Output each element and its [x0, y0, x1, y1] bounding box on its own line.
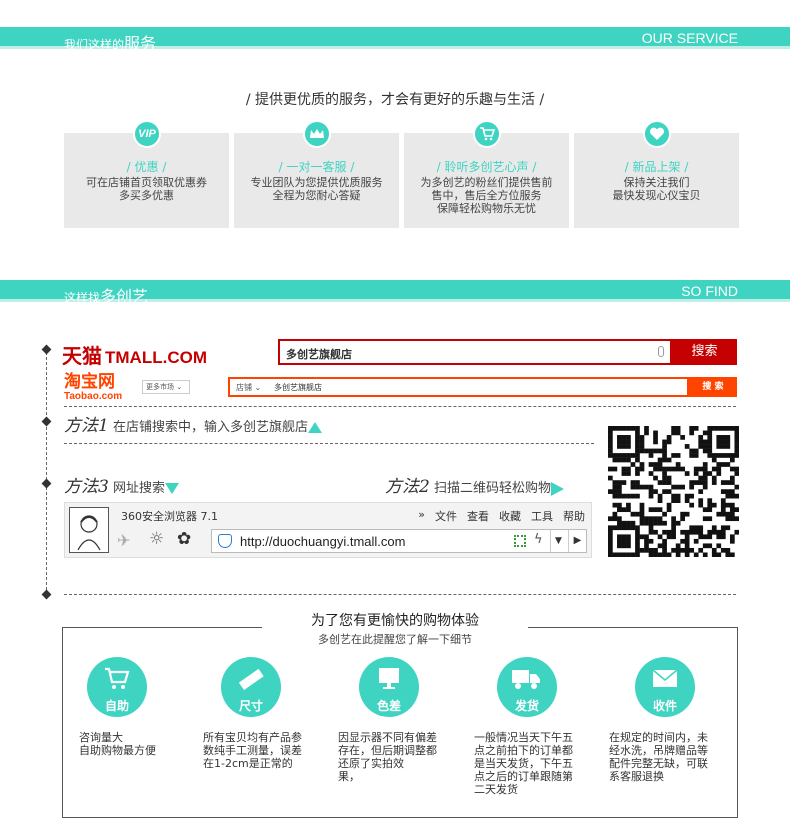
service-card-line: 保障轻松购物乐无忧 [437, 202, 536, 215]
method2: 方法2 扫描二维码轻松购物 [385, 472, 564, 497]
dropdown-icon[interactable]: ▼ [550, 530, 566, 552]
truck-icon [512, 670, 540, 689]
tmall-search-button[interactable]: 搜索 [672, 339, 737, 365]
divider [64, 594, 736, 595]
chevron-down-icon: ⌄ [176, 383, 183, 391]
feature-desc: 所有宝贝均有产品参 数纯手工测量，误差 在1-2cm是正常的 [203, 731, 302, 770]
feature-desc: 因显示器不同有偏差 存在，但后期调整都 还原了实拍效 果， [338, 731, 437, 783]
menu-file[interactable]: 文件 [435, 508, 457, 524]
find-band-title: 这样找多创艺 [64, 287, 149, 306]
service-card-line: 可在店铺首页领取优惠券 [86, 176, 207, 189]
method3: 方法3 网址搜索 [64, 472, 179, 497]
feature-color: 色差 [359, 657, 419, 717]
taobao-logo: 淘宝网 Taobao.com [64, 372, 123, 402]
address-url: http://duochuangyi.tmall.com [240, 534, 406, 549]
qr-code[interactable] [608, 426, 739, 557]
service-slogan: / 提供更优质的服务，才会有更好的乐趣与生活 / [245, 92, 545, 108]
feature-label: 收件 [652, 699, 677, 713]
menu-view[interactable]: 查看 [467, 508, 489, 524]
timeline-dot [41, 344, 52, 355]
service-band-title: 我们这样的服务 [64, 34, 157, 53]
service-card-discount: VIP / 优惠 / 可在店铺首页领取优惠券 多买多优惠 [64, 120, 229, 228]
browser-menu: » 文件 查看 收藏 工具 帮助 [418, 508, 585, 524]
find-header-band: 这样找多创艺 SO FIND [0, 280, 790, 306]
service-card-line: 专业团队为您提供优质服务 [250, 176, 383, 189]
tmall-search-box[interactable]: 多创艺旗舰店 [278, 339, 672, 365]
taobao-scope-select[interactable]: 店铺 ⌄ [236, 382, 261, 393]
heart-icon [643, 120, 671, 148]
crown-icon [303, 120, 331, 148]
browser-window: 360安全浏览器 7.1 » 文件 查看 收藏 工具 帮助 ✈ ☼ ✿ http… [64, 502, 592, 558]
method1: 方法1 在店铺搜索中，输入多创艺旗舰店 [64, 411, 322, 436]
monitor-icon [379, 668, 399, 689]
menu-help[interactable]: 帮助 [563, 508, 585, 524]
menu-favorites[interactable]: 收藏 [499, 508, 521, 524]
arrow-down-icon [164, 483, 179, 494]
cart-icon [473, 120, 501, 148]
service-card-new: / 新品上架 / 保持关注我们 最快发现心仪宝贝 [574, 120, 739, 228]
qrcode-small-icon[interactable] [514, 535, 526, 547]
taobao-search-query: 多创艺旗舰店 [274, 383, 322, 392]
envelope-icon [652, 669, 678, 687]
bird-icon[interactable]: ✈ [117, 531, 130, 550]
microphone-icon[interactable] [658, 346, 664, 357]
service-card-title: / 优惠 / [126, 160, 167, 174]
arrow-right-icon [550, 481, 564, 496]
shield-icon [218, 534, 232, 548]
browser-avatar [69, 507, 109, 553]
details-box [62, 627, 738, 818]
flower-icon[interactable]: ✿ [177, 529, 191, 549]
tmall-logo: 天猫 TMALL.COM [62, 344, 207, 368]
tmall-search-query: 多创艺旗舰店 [286, 348, 352, 361]
service-card-support: / 一对一客服 / 专业团队为您提供优质服务 全程为您耐心答疑 [234, 120, 399, 228]
service-card-line: 多买多优惠 [119, 189, 174, 202]
vip-icon: VIP [133, 120, 161, 148]
divider [64, 406, 736, 407]
feature-self-service: 自助 [87, 657, 147, 717]
ruler-icon [238, 668, 264, 690]
service-card-line: 保持关注我们 [623, 176, 690, 189]
details-subtitle: 多创艺在此提醒您了解一下细节 [318, 633, 472, 646]
service-header-band: 我们这样的服务 OUR SERVICE [0, 27, 790, 53]
cart-icon [105, 667, 130, 689]
go-icon[interactable]: ▶ [568, 530, 586, 552]
find-band-en: SO FIND [681, 283, 738, 299]
details-heading: 为了您有更愉快的购物体验 多创艺在此提醒您了解一下细节 [262, 610, 528, 646]
feature-label: 自助 [104, 699, 129, 713]
arrow-up-icon [307, 422, 322, 433]
feature-label: 发货 [514, 699, 539, 713]
timeline-dot [41, 589, 52, 600]
service-band-en: OUR SERVICE [641, 30, 738, 46]
divider [64, 443, 594, 444]
service-card-listen: / 聆听多创艺心声 / 为多创艺的粉丝们提供售前 售中，售后全方位服务 保障轻松… [404, 120, 569, 228]
feature-size: 尺寸 [221, 657, 281, 717]
feature-desc: 咨询量大 自助购物最方便 [79, 731, 156, 757]
taobao-search-box[interactable]: 店铺 ⌄ 多创艺旗舰店 [228, 377, 689, 397]
feature-desc: 一般情况当天下午五 点之前拍下的订单都 是当天发货，下午五 点之后的订单跟随第 二天发货 [474, 731, 573, 796]
address-bar[interactable]: http://duochuangyi.tmall.com ϟ ▼ ▶ [211, 529, 587, 553]
service-card-line: 售中，售后全方位服务 [431, 189, 542, 202]
feature-receipt: 收件 [635, 657, 695, 717]
taobao-market-select[interactable]: 更多市场 ⌄ [142, 380, 190, 394]
menu-tools[interactable]: 工具 [531, 508, 553, 524]
service-card-line: 全程为您耐心答疑 [272, 189, 361, 202]
service-card-title: / 新品上架 / [624, 160, 689, 174]
feature-shipping: 发货 [497, 657, 557, 717]
menu-more-icon[interactable]: » [418, 508, 425, 524]
service-card-line: 为多创艺的粉丝们提供售前 [420, 176, 553, 189]
service-card-line: 最快发现心仪宝贝 [612, 189, 701, 202]
service-card-title: / 一对一客服 / [278, 160, 355, 174]
taobao-search-button[interactable]: 搜 索 [689, 377, 737, 397]
timeline-dot [41, 478, 52, 489]
timeline-dot [41, 416, 52, 427]
lightning-icon[interactable]: ϟ [534, 532, 543, 547]
browser-title: 360安全浏览器 7.1 [121, 510, 218, 523]
service-card-title: / 聆听多创艺心声 / [436, 160, 537, 174]
feature-label: 尺寸 [238, 699, 263, 713]
feature-label: 色差 [376, 699, 401, 713]
details-title: 为了您有更愉快的购物体验 [311, 613, 479, 629]
sun-icon[interactable]: ☼ [149, 529, 164, 549]
feature-desc: 在规定的时间内，未 经水洗，吊牌赠品等 配件完整无缺，可联 系客服退换 [609, 731, 708, 783]
timeline-line [46, 347, 47, 595]
